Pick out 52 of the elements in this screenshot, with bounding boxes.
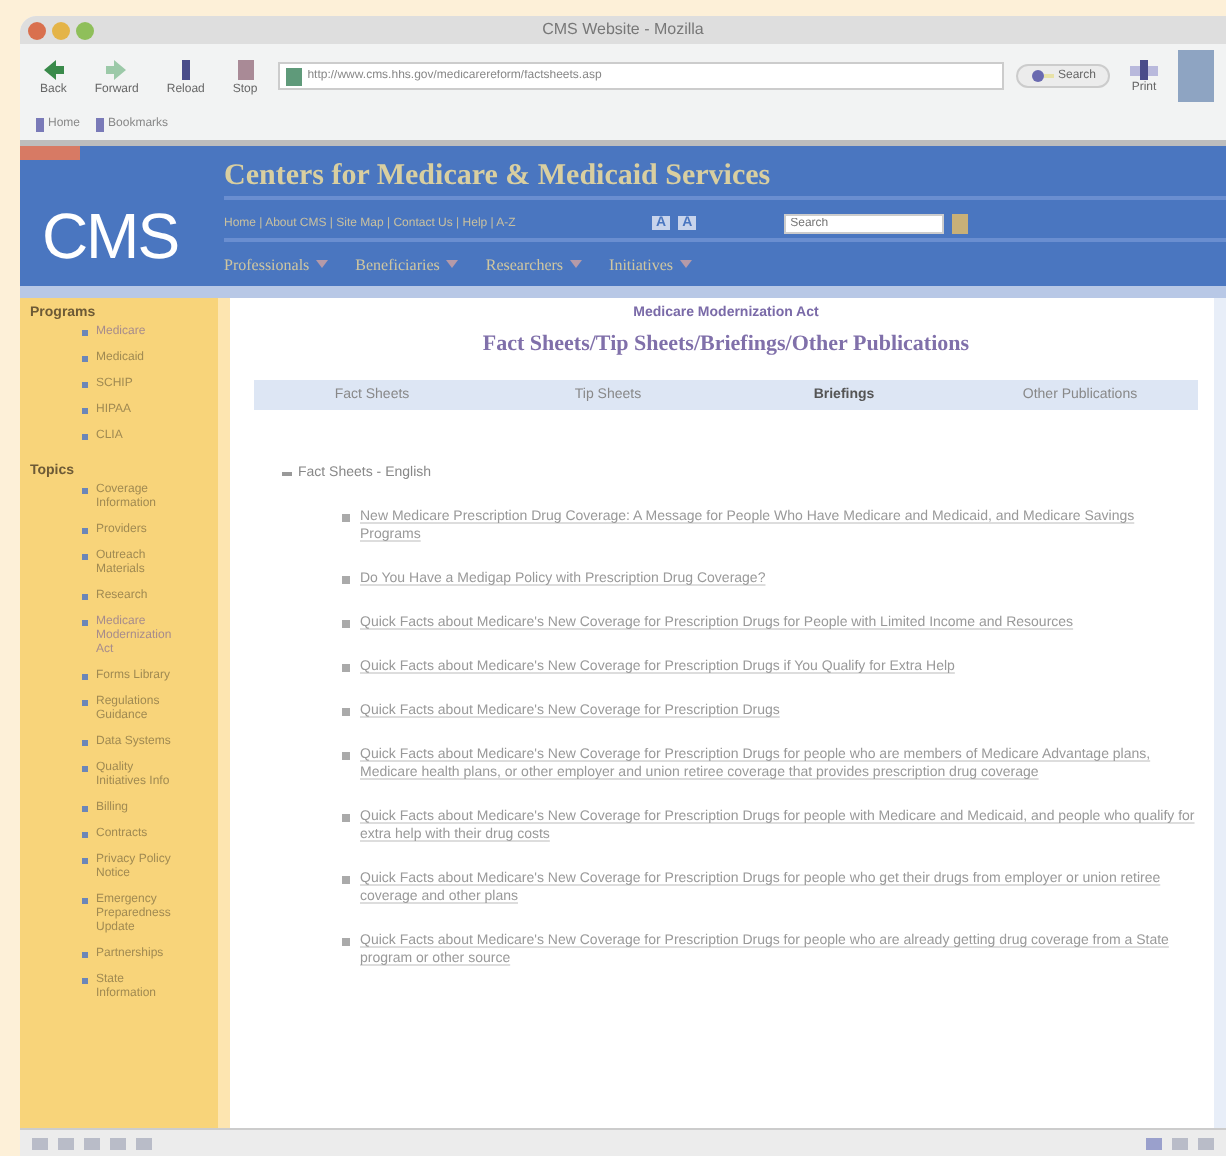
bullet-icon xyxy=(342,814,350,822)
bullet-icon xyxy=(82,408,88,414)
close-button[interactable] xyxy=(28,21,46,39)
nav-menu[interactable]: Initiatives xyxy=(609,255,692,273)
bullet-icon xyxy=(82,674,88,680)
bullet-icon xyxy=(342,664,350,672)
bullet-icon xyxy=(82,620,88,626)
zoom-button[interactable] xyxy=(76,21,94,39)
bullet-icon xyxy=(342,938,350,946)
bullet-icon xyxy=(82,382,88,388)
go-button[interactable] xyxy=(952,213,969,233)
bullet-icon xyxy=(82,554,88,560)
bullet-icon xyxy=(342,708,350,716)
forward-arrow-icon xyxy=(104,57,129,81)
site-title: Centers for Medicare & Medicaid Services xyxy=(224,159,1226,199)
status-icons-drawing xyxy=(32,1137,152,1149)
bullet-icon xyxy=(82,978,88,984)
bullet-icon xyxy=(82,858,88,864)
nav-menu[interactable]: Beneficiaries xyxy=(355,255,458,273)
bullet-icon xyxy=(82,766,88,772)
nav-menu[interactable]: Professionals xyxy=(224,255,328,273)
caret-icon xyxy=(315,258,328,270)
page-title: Fact Sheets/Tip Sheets/Briefings/Other Publications xyxy=(480,332,972,356)
bullet-icon xyxy=(82,898,88,904)
back-arrow-icon xyxy=(41,57,66,81)
bullet-icon xyxy=(82,832,88,838)
bullet-icon xyxy=(342,620,350,628)
bullet-icon xyxy=(342,576,350,584)
bullet-icon xyxy=(342,876,350,884)
bullet-icon xyxy=(342,514,350,522)
bullet-icon xyxy=(82,594,88,600)
site-logo[interactable]: CMS xyxy=(41,200,179,286)
bullet-icon xyxy=(82,700,88,706)
caret-icon xyxy=(569,258,582,270)
scrollbar[interactable] xyxy=(1214,298,1226,1128)
bullet-icon xyxy=(82,434,88,440)
bullet-icon xyxy=(82,356,88,362)
bullet-icon xyxy=(342,752,350,760)
window-title: CMS Website - Mozilla xyxy=(540,20,706,40)
caret-icon xyxy=(679,258,692,270)
minimize-button[interactable] xyxy=(52,21,70,39)
nav-menu[interactable]: Researchers xyxy=(485,255,582,273)
throbber-icon xyxy=(1178,50,1214,102)
search-icon xyxy=(1029,68,1054,84)
bullet-icon xyxy=(82,330,88,336)
bullet-icon xyxy=(82,488,88,494)
caret-icon xyxy=(445,258,458,270)
bullet-icon xyxy=(82,952,88,958)
bullet-icon xyxy=(82,740,88,746)
bullet-icon xyxy=(82,528,88,534)
bullet-icon xyxy=(82,806,88,812)
security-icons-drawing xyxy=(1146,1137,1214,1149)
